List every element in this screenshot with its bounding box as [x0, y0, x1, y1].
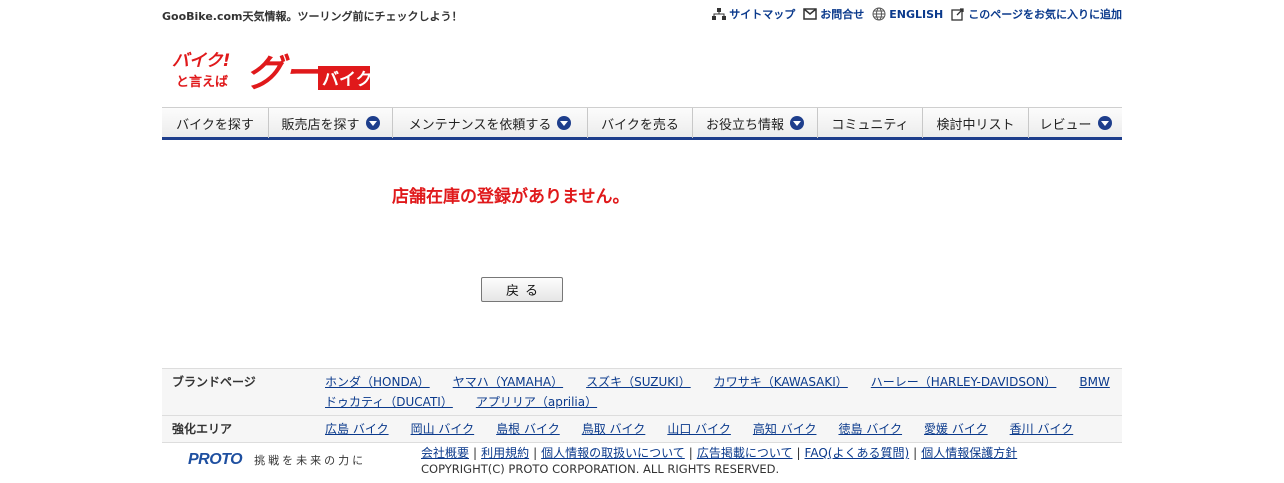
nav-item-maintenance[interactable]: メンテナンスを依頼する	[393, 108, 588, 138]
brand-links: ホンダ（HONDA） ヤマハ（YAMAHA） スズキ（SUZUKI） カワサキ（…	[325, 369, 1122, 415]
area-link[interactable]: 高知 バイク	[753, 419, 817, 439]
area-row: 強化エリア 広島 バイク 岡山 バイク 島根 バイク 鳥取 バイク 山口 バイク…	[162, 416, 1122, 443]
page-container: GooBike.com天気情報。ツーリング前にチェックしよう！ サイトマップ お…	[162, 0, 1122, 483]
advertising-link[interactable]: 広告掲載について	[697, 446, 793, 460]
brand-link[interactable]: ハーレー（HARLEY-DAVIDSON）	[871, 372, 1057, 392]
bottom-links: 会社概要 | 利用規約 | 個人情報の取扱いについて | 広告掲載について | FAQ(よくある…	[421, 446, 1018, 460]
logo-line1: バイク!	[172, 51, 230, 71]
no-stock-message: 店舗在庫の登録がありません。	[392, 187, 630, 207]
nav-item-label: コミュニティ	[831, 117, 909, 133]
terms-link[interactable]: 利用規約	[481, 446, 529, 460]
nav-item-label: バイクを売る	[601, 117, 679, 133]
logo-bike: バイク	[322, 70, 372, 90]
brand-link[interactable]: カワサキ（KAWASAKI）	[714, 372, 848, 392]
proto-tagline: 挑戦を未来の力に	[254, 454, 367, 467]
bookmark-label: このページをお気に入りに追加	[968, 8, 1122, 21]
nav-item-watchlist[interactable]: 検討中リスト	[923, 108, 1029, 138]
chevron-down-icon	[1097, 116, 1112, 130]
area-row-label: 強化エリア	[172, 422, 233, 436]
brand-link[interactable]: スズキ（SUZUKI）	[586, 372, 691, 392]
brand-row: ブランドページ ホンダ（HONDA） ヤマハ（YAMAHA） スズキ（SUZUK…	[162, 369, 1122, 416]
area-link[interactable]: 岡山 バイク	[411, 419, 475, 439]
nav-item-label: 検討中リスト	[936, 117, 1015, 133]
chevron-down-icon	[557, 116, 572, 130]
logo-goo: グー	[246, 51, 323, 94]
english-link[interactable]: ENGLISH	[872, 7, 943, 21]
globe-icon	[872, 7, 886, 21]
goobike-logo[interactable]: バイク! と言えば グー バイク	[172, 48, 373, 95]
chevron-down-icon	[790, 116, 804, 130]
bookmark-icon	[951, 8, 964, 21]
copyright: COPYRIGHT(C) PROTO CORPORATION. ALL RIGH…	[421, 462, 780, 476]
brand-row-label: ブランドページ	[172, 375, 256, 389]
nav-item-label: お役立ち情報	[705, 117, 784, 133]
contact-label: お問合せ	[820, 8, 865, 21]
utility-links: サイトマップ お問合せ ENGLISH このページをお気に入りに追加	[712, 6, 1122, 22]
area-link[interactable]: 鳥取 バイク	[582, 419, 646, 439]
header-tagline: GooBike.com天気情報。ツーリング前にチェックしよう！	[162, 10, 463, 23]
area-link[interactable]: 広島 バイク	[325, 419, 389, 439]
nav-item-find-bike[interactable]: バイクを探す	[162, 108, 269, 138]
nav-item-sell-bike[interactable]: バイクを売る	[588, 108, 693, 138]
proto-branding: PROTO 挑戦を未来の力に	[188, 451, 366, 469]
nav-item-label: メンテナンスを依頼する	[408, 117, 552, 133]
main-nav: バイクを探す 販売店を探す メンテナンスを依頼する バイクを売る お役立ち情報 …	[162, 107, 1122, 140]
company-link[interactable]: 会社概要	[421, 446, 469, 460]
brand-link[interactable]: ヤマハ（YAMAHA）	[453, 372, 563, 392]
sitemap-icon	[712, 8, 727, 20]
area-link[interactable]: 山口 バイク	[667, 419, 731, 439]
footer-link-table: ブランドページ ホンダ（HONDA） ヤマハ（YAMAHA） スズキ（SUZUK…	[162, 368, 1122, 443]
sitemap-label: サイトマップ	[729, 8, 796, 21]
area-link[interactable]: 島根 バイク	[496, 419, 560, 439]
area-link[interactable]: 徳島 バイク	[838, 419, 902, 439]
nav-item-review[interactable]: レビュー	[1029, 108, 1122, 138]
area-links: 広島 バイク 岡山 バイク 島根 バイク 鳥取 バイク 山口 バイク 高知 バイ…	[325, 416, 1122, 442]
faq-link[interactable]: FAQ(よくある質問)	[805, 446, 910, 460]
nav-item-label: バイクを探す	[176, 117, 254, 133]
brand-link[interactable]: ホンダ（HONDA）	[325, 372, 430, 392]
goobike-logo-graphic: バイク! と言えば グー バイク	[172, 51, 373, 95]
brand-link[interactable]: アプリリア（aprilia）	[476, 392, 597, 412]
nav-item-find-shop[interactable]: 販売店を探す	[269, 108, 393, 138]
chevron-down-icon	[365, 116, 380, 130]
english-label: ENGLISH	[889, 7, 944, 21]
brand-link[interactable]: ドゥカティ（DUCATI）	[325, 392, 453, 412]
back-button[interactable]: 戻る	[481, 277, 563, 302]
mail-icon	[803, 8, 817, 20]
proto-logo[interactable]: PROTO	[188, 451, 243, 469]
contact-link[interactable]: お問合せ	[803, 6, 864, 22]
nav-item-useful-info[interactable]: お役立ち情報	[693, 108, 818, 138]
area-link[interactable]: 愛媛 バイク	[924, 419, 988, 439]
sitemap-link[interactable]: サイトマップ	[712, 6, 795, 22]
nav-item-label: レビュー	[1039, 117, 1092, 133]
privacy-handling-link[interactable]: 個人情報の取扱いについて	[541, 446, 685, 460]
bookmark-link[interactable]: このページをお気に入りに追加	[951, 6, 1122, 22]
nav-item-community[interactable]: コミュニティ	[818, 108, 923, 138]
privacy-policy-link[interactable]: 個人情報保護方針	[921, 446, 1017, 460]
brand-link[interactable]: BMW	[1079, 372, 1109, 392]
nav-item-label: 販売店を探す	[281, 117, 360, 133]
logo-line2: と言えば	[176, 74, 228, 90]
area-link[interactable]: 香川 バイク	[1010, 419, 1074, 439]
